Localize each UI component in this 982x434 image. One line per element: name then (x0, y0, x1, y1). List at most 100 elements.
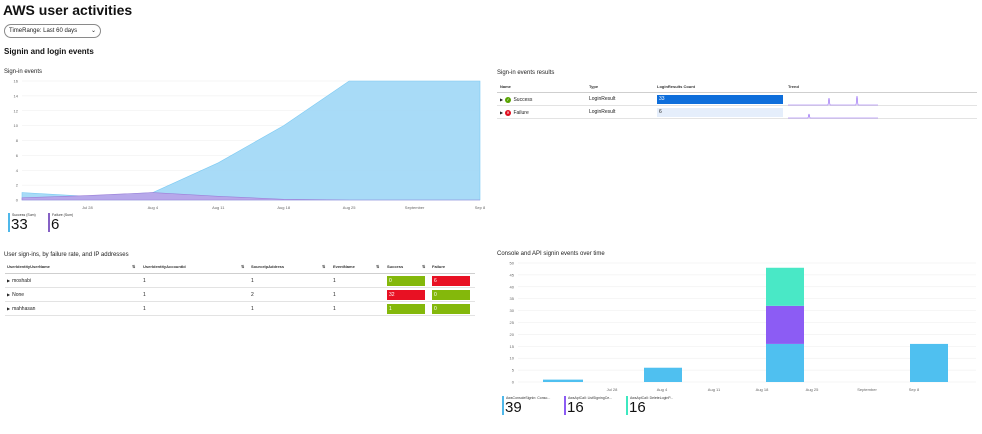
row-count: 6 (659, 109, 662, 115)
expand-icon[interactable]: ▶ (500, 106, 503, 119)
x-tick-label: Aug 18 (756, 387, 769, 392)
event-count: 1 (333, 306, 336, 312)
y-tick-label: 0 (16, 198, 19, 203)
y-tick-label: 5 (512, 368, 515, 373)
x-tick-label: Aug 4 (148, 205, 159, 210)
section-title: Signin and login events (4, 47, 94, 56)
ip-count: 1 (251, 306, 254, 312)
x-tick-label: Aug 4 (657, 387, 668, 392)
column-header-username[interactable]: UserIdentityUserName (7, 263, 50, 271)
bar-segment (766, 305, 804, 344)
bar-segment (543, 379, 583, 382)
account-count: 1 (143, 292, 146, 298)
success-cell: 0 (387, 276, 425, 286)
account-count: 1 (143, 278, 146, 284)
table-row[interactable]: ▶ moshabi 1 1 1 0 6 (5, 274, 475, 288)
row-type: LoginResult (589, 109, 616, 115)
y-tick-label: 16 (14, 79, 19, 84)
x-tick-label: Aug 11 (708, 387, 721, 392)
console-bar-chart: 0 5 10 15 20 25 30 35 40 45 50 Jul 28 Aug 4 Aug 11 Aug… (510, 261, 976, 392)
y-tick-label: 35 (510, 296, 515, 301)
column-header-type[interactable]: Type (589, 83, 598, 90)
row-name: Success (513, 97, 533, 103)
table-row[interactable]: ▶ mahhasan 1 1 1 1 0 (5, 302, 475, 316)
user-name: moshabi (12, 278, 31, 284)
row-type: LoginResult (589, 96, 616, 102)
y-tick-label: 2 (16, 183, 19, 188)
legend-color-bar (48, 213, 50, 232)
expand-icon[interactable]: ▶ (500, 93, 503, 106)
results-title: Sign-in events results (497, 70, 555, 76)
legend-value: 33 (11, 216, 28, 233)
trend-sparkline (788, 113, 878, 119)
success-cell: 1 (387, 304, 425, 314)
legend-value: 16 (567, 399, 584, 416)
y-tick-label: 0 (512, 380, 515, 385)
column-header-ip[interactable]: SourceIpAddress (251, 263, 284, 271)
results-table: Name Type LoginResults Count Trend ▶ ✓ Su… (497, 83, 977, 119)
legend-value: 39 (505, 399, 522, 416)
y-tick-label: 14 (14, 93, 19, 98)
ip-count: 1 (251, 278, 254, 284)
bar-segment (910, 343, 948, 382)
y-tick-label: 10 (14, 123, 19, 128)
x-tick-label: Jul 28 (82, 205, 93, 210)
legend-color-bar (564, 396, 566, 415)
column-header-count[interactable]: LoginResults Count (657, 83, 695, 90)
expand-icon[interactable]: ▶ (7, 288, 10, 302)
success-icon: ✓ (505, 96, 512, 103)
column-header-success[interactable]: Success (387, 263, 403, 271)
time-range-dropdown[interactable]: TimeRange: Last 60 days ⌄ (4, 24, 101, 38)
expand-icon[interactable]: ▶ (7, 274, 10, 288)
count-bar: 33 (657, 95, 783, 104)
console-title: Console and API signin events over time (497, 251, 605, 257)
bar-segment (766, 343, 804, 382)
y-tick-label: 20 (510, 332, 515, 337)
failure-cell: 6 (432, 276, 470, 286)
x-tick-label: Jul 28 (607, 387, 618, 392)
y-tick-label: 50 (510, 261, 515, 266)
sort-icon[interactable]: ⇅ (241, 264, 244, 269)
sort-icon[interactable]: ⇅ (376, 264, 379, 269)
signin-events-title: Sign-in events (4, 69, 43, 75)
expand-icon[interactable]: ▶ (7, 302, 10, 316)
bar-segment (766, 267, 804, 306)
x-tick-label: Aug 25 (343, 205, 356, 210)
event-count: 1 (333, 278, 336, 284)
count-bar: 6 (657, 108, 783, 117)
column-header-account[interactable]: UserIdentityAccountId (143, 263, 186, 271)
legend-color-bar (8, 213, 10, 232)
users-table: UserIdentityUserName ⇅ UserIdentityAccou… (5, 263, 475, 316)
x-tick-label: Aug 25 (806, 387, 819, 392)
table-row[interactable]: ▶ ✓ Success LoginResult 33 (497, 93, 977, 106)
sort-icon[interactable]: ⇅ (322, 264, 325, 269)
users-title: User sign-ins, by failure rate, and IP a… (4, 252, 129, 258)
y-tick-label: 10 (510, 356, 515, 361)
y-tick-label: 12 (14, 108, 19, 113)
legend-value: 6 (51, 216, 60, 233)
event-count: 1 (333, 292, 336, 298)
x-tick-label: Sep 8 (475, 205, 486, 210)
page-title: AWS user activities (3, 2, 133, 18)
y-tick-label: 8 (16, 138, 19, 143)
chevron-down-icon: ⌄ (90, 28, 96, 34)
failure-cell: 0 (432, 290, 470, 300)
row-name: Failure (513, 110, 529, 116)
success-cell: 32 (387, 290, 425, 300)
column-header-name[interactable]: Name (500, 83, 511, 90)
table-row[interactable]: ▶ None 1 2 1 32 0 (5, 288, 475, 302)
failure-cell: 0 (432, 304, 470, 314)
user-name: None (12, 292, 25, 298)
account-count: 1 (143, 306, 146, 312)
sort-icon[interactable]: ⇅ (422, 264, 425, 269)
failure-icon: ✕ (505, 109, 512, 116)
column-header-failure[interactable]: Failure (432, 263, 445, 271)
table-row[interactable]: ▶ ✕ Failure LoginResult 6 (497, 106, 977, 119)
column-header-event[interactable]: EventName (333, 263, 355, 271)
x-tick-label: Aug 11 (212, 205, 225, 210)
sort-icon[interactable]: ⇅ (132, 264, 135, 269)
y-tick-label: 6 (16, 153, 19, 158)
x-tick-label: Sep 8 (909, 387, 920, 392)
column-header-trend[interactable]: Trend (788, 83, 799, 90)
legend-color-bar (502, 396, 504, 415)
